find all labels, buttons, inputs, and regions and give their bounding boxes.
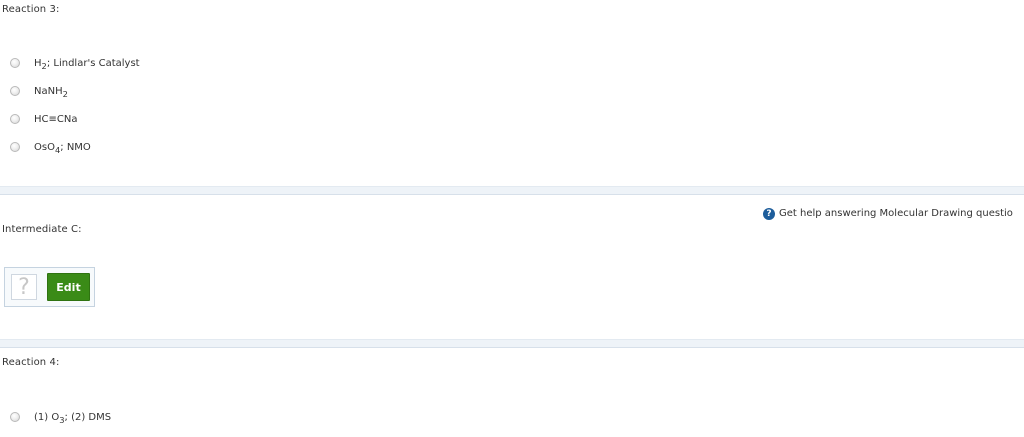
help-link[interactable]: Get help answering Molecular Drawing que…	[779, 208, 1013, 219]
section-separator	[0, 186, 1024, 195]
option-radio-1[interactable]	[10, 58, 20, 68]
option-radio-5[interactable]	[10, 412, 20, 422]
option-label-5: (1) O3; (2) DMS	[34, 412, 112, 425]
reaction-4-title: Reaction 4:	[2, 357, 60, 368]
intermediate-c-title: Intermediate C:	[2, 224, 82, 235]
reaction-3-title: Reaction 3:	[2, 4, 60, 15]
question-circle-icon[interactable]: ?	[763, 208, 775, 220]
question-mark-icon: ?	[11, 274, 37, 300]
option-label-2: NaNH2	[34, 86, 68, 99]
option-radio-2[interactable]	[10, 86, 20, 96]
option-radio-3[interactable]	[10, 114, 20, 124]
option-label-4: OsO4; NMO	[34, 142, 91, 155]
edit-button[interactable]: Edit	[47, 273, 90, 301]
section-separator	[0, 339, 1024, 348]
option-radio-4[interactable]	[10, 142, 20, 152]
molecule-drawing-box[interactable]: ? Edit	[4, 267, 95, 307]
option-label-3: HC≡CNa	[34, 114, 78, 125]
option-label-1: H2; Lindlar's Catalyst	[34, 58, 140, 71]
